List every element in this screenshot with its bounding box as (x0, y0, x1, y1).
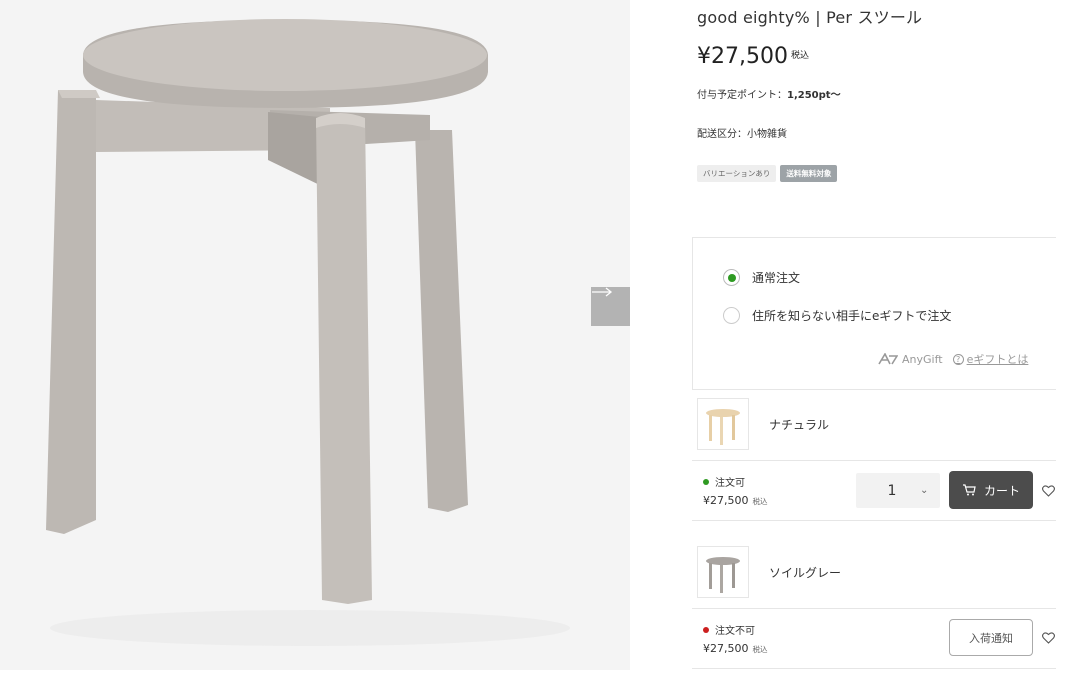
variant-soil-grey: ソイルグレー 注文不可 ¥27,500 税込 入荷通知 (692, 538, 1056, 668)
variant-status-soil-grey: 注文不可 (703, 622, 755, 637)
cart-button-label: カート (983, 483, 1020, 498)
points-value: 1,250pt〜 (787, 90, 841, 101)
variant-price-value: ¥27,500 (703, 494, 749, 507)
free-shipping-tag: 送料無料対象 (780, 165, 838, 182)
anygift-logo-icon (878, 353, 898, 365)
product-title: good eighty% | Per スツール (697, 8, 923, 27)
variant-name-soil-grey: ソイルグレー (769, 566, 842, 580)
heart-icon[interactable] (1042, 632, 1055, 644)
chevron-down-icon: ⌄ (920, 485, 929, 496)
egift-order-radio[interactable] (723, 307, 740, 324)
variant-thumbnail-natural[interactable] (697, 398, 749, 450)
variant-natural: ナチュラル 注文可 ¥27,500 税込 1 ⌄ カート (692, 390, 1056, 520)
product-image-gallery (0, 0, 630, 670)
quantity-select[interactable]: 1 ⌄ (856, 473, 940, 508)
heart-icon[interactable] (1042, 485, 1055, 497)
price-value: ¥27,500 (697, 44, 788, 69)
price-tax-label: 税込 (790, 51, 809, 61)
status-dot-unavailable (703, 626, 709, 633)
status-text-available: 注文可 (715, 478, 745, 489)
status-text-unavailable: 注文不可 (715, 626, 755, 637)
cart-icon (962, 484, 976, 496)
variant-tax-label: 税込 (752, 645, 768, 654)
normal-order-label: 通常注文 (752, 271, 801, 285)
arrow-right-icon (592, 287, 613, 297)
reward-points: 付与予定ポイント：1,250pt〜 (697, 86, 841, 101)
egift-help-text: eギフトとは (966, 353, 1029, 366)
variation-tag: バリエーションあり (697, 165, 777, 182)
egift-order-option[interactable]: 住所を知らない相手にeギフトで注文 (723, 307, 951, 324)
egift-help-link[interactable]: ? eギフトとは (952, 351, 1029, 367)
points-label: 付与予定ポイント： (697, 90, 787, 101)
question-circle-icon: ? (952, 353, 964, 365)
anygift-brand: AnyGift (902, 352, 943, 366)
variant-divider (692, 608, 1056, 609)
quantity-value: 1 (887, 482, 897, 499)
variant-status-natural: 注文可 (703, 474, 745, 489)
product-tags: バリエーションあり 送料無料対象 (697, 165, 838, 182)
next-image-button[interactable] (591, 287, 630, 326)
variant-price-natural: ¥27,500 税込 (703, 494, 768, 507)
stool-photo (46, 19, 570, 646)
egift-order-label: 住所を知らない相手にeギフトで注文 (752, 309, 952, 323)
variant-price-soil-grey: ¥27,500 税込 (703, 642, 768, 655)
variant-tax-label: 税込 (752, 497, 768, 506)
variant-price-value: ¥27,500 (703, 642, 749, 655)
restock-notify-button[interactable]: 入荷通知 (949, 619, 1033, 656)
normal-order-radio[interactable] (723, 269, 740, 286)
delivery-category: 配送区分：小物雑貨 (697, 129, 787, 140)
anygift-row: AnyGift ? eギフトとは (878, 351, 1028, 367)
variant-thumbnail-soil-grey[interactable] (697, 546, 749, 598)
variant-divider (692, 520, 1056, 521)
natural-stool-thumb (706, 409, 740, 445)
variant-name-natural: ナチュラル (769, 418, 830, 432)
order-type-selector: 通常注文 住所を知らない相手にeギフトで注文 AnyGift ? eギフトとは (692, 237, 1056, 390)
status-dot-available (703, 478, 709, 485)
product-price: ¥27,500 税込 (697, 44, 809, 69)
variant-divider (692, 668, 1056, 669)
add-to-cart-button[interactable]: カート (949, 471, 1033, 509)
variant-divider (692, 460, 1056, 461)
normal-order-option[interactable]: 通常注文 (723, 269, 800, 286)
grey-stool-thumb (706, 557, 740, 593)
